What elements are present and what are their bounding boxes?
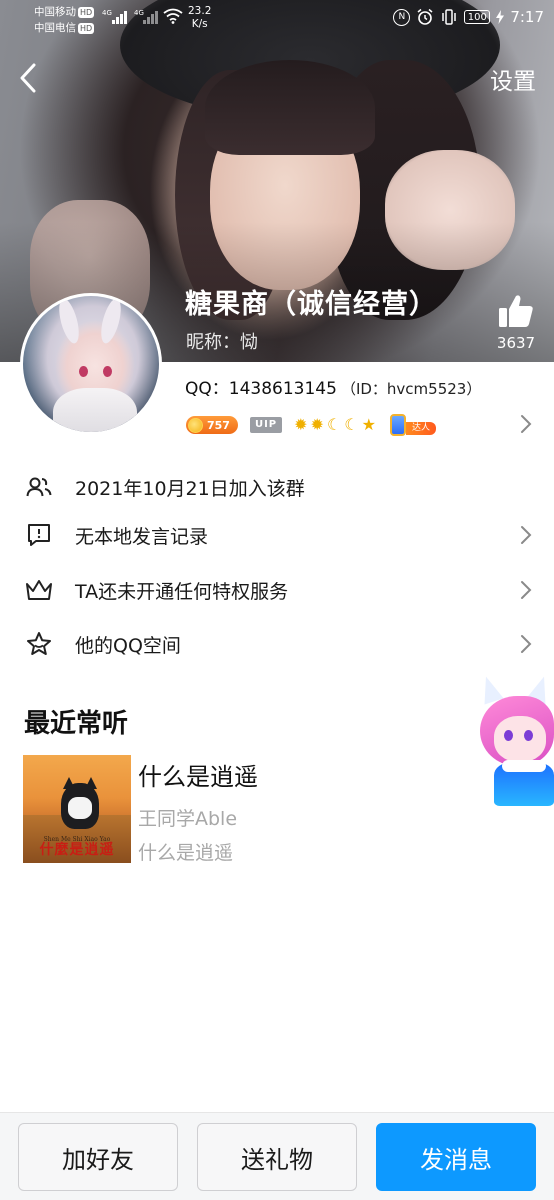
chevron-right-icon bbox=[521, 526, 532, 544]
charging-icon bbox=[496, 10, 505, 24]
display-name: 糖果商（诚信经营） bbox=[185, 289, 437, 320]
vip-badge: UIP bbox=[249, 417, 283, 433]
status-right-group: N 100 7:17 bbox=[393, 8, 544, 26]
back-button[interactable] bbox=[10, 58, 46, 98]
message-history-label: 无本地发言记录 bbox=[75, 525, 209, 548]
nickname-line: 昵称：恸 bbox=[186, 332, 258, 353]
info-row-privilege[interactable]: TA还未开通任何特权服务 bbox=[0, 565, 554, 615]
bottom-action-bar: 加好友 送礼物 发消息 bbox=[0, 1112, 554, 1200]
song-album: 什么是逍遥 bbox=[138, 842, 234, 864]
chevron-right-icon bbox=[521, 581, 532, 599]
recent-song-card[interactable]: Shen Me Shi Xiao Yao 什麼是逍遥 什么是逍遥 王同学Able… bbox=[23, 755, 363, 865]
album-cover: Shen Me Shi Xiao Yao 什麼是逍遥 bbox=[23, 755, 131, 863]
message-icon bbox=[25, 521, 53, 549]
moon-icon: ☾ bbox=[326, 415, 342, 434]
phone-icon bbox=[389, 414, 406, 436]
clock-time: 7:17 bbox=[510, 8, 544, 26]
coin-icon bbox=[188, 417, 203, 433]
nfc-icon: N bbox=[393, 8, 411, 26]
send-gift-button[interactable]: 送礼物 bbox=[197, 1123, 357, 1191]
speed-value: 23.2 bbox=[188, 5, 212, 17]
vibrate-icon bbox=[442, 9, 457, 25]
status-bar: 中国移动 HD 中国电信 HD 4G 4G 23.2 K/s N 100 7:17 bbox=[0, 0, 554, 40]
chevron-right-icon bbox=[521, 635, 532, 653]
avatar-ear-left bbox=[55, 296, 83, 346]
add-friend-button[interactable]: 加好友 bbox=[18, 1123, 178, 1191]
qq-label: QQ： bbox=[185, 379, 229, 399]
crown-icon bbox=[25, 576, 53, 604]
qzone-label: 他的QQ空间 bbox=[75, 634, 181, 657]
recent-music-title: 最近常听 bbox=[24, 709, 129, 739]
level-badge: 757 bbox=[186, 416, 238, 434]
thumbs-up-icon bbox=[499, 295, 533, 327]
chevron-left-icon bbox=[20, 63, 36, 93]
group-members-icon bbox=[25, 473, 53, 501]
hd-tag-2: HD bbox=[78, 23, 95, 34]
mascot-eye-left bbox=[504, 730, 513, 741]
mascot-collar bbox=[502, 760, 546, 772]
mascot-sticker[interactable] bbox=[472, 673, 554, 806]
avatar[interactable] bbox=[20, 293, 162, 435]
cat-face bbox=[68, 797, 92, 819]
signal-1-icon bbox=[112, 10, 127, 24]
qq-id: （ID：hvcm5523） bbox=[340, 380, 482, 398]
info-row-joined: 2021年10月21日加入该群 bbox=[0, 462, 554, 512]
moon-icon: ☾ bbox=[344, 415, 359, 434]
wifi-icon bbox=[163, 8, 183, 24]
avatar-eye-right bbox=[103, 366, 112, 377]
send-message-button[interactable]: 发消息 bbox=[376, 1123, 536, 1191]
mascot-face bbox=[494, 716, 546, 762]
network-speed: 23.2 K/s bbox=[188, 5, 211, 31]
sun-icon: ✹ bbox=[310, 415, 324, 434]
joined-date-label: 2021年10月21日加入该群 bbox=[75, 477, 305, 500]
star-icon bbox=[25, 630, 53, 658]
star-level-icon: ★ bbox=[361, 415, 376, 434]
like-count: 3637 bbox=[496, 334, 536, 352]
settings-button[interactable]: 设置 bbox=[490, 62, 536, 96]
chevron-right-icon[interactable] bbox=[520, 414, 532, 434]
privilege-label: TA还未开通任何特权服务 bbox=[75, 580, 289, 603]
badge-row[interactable]: 757 UIP ✹ ✹ ☾ ☾ ★ 达人 bbox=[186, 414, 436, 436]
sun-icon: ✹ bbox=[294, 415, 308, 434]
avatar-body bbox=[53, 388, 137, 432]
avatar-ear-right bbox=[97, 296, 125, 346]
carrier-info: 中国移动 HD 中国电信 HD bbox=[34, 4, 95, 36]
level-number: 757 bbox=[207, 418, 230, 432]
net-tag-1: 4G bbox=[102, 9, 112, 17]
cover-title: 什麼是逍遥 bbox=[39, 842, 115, 858]
cover-bangs bbox=[205, 60, 375, 155]
song-artist: 王同学Able bbox=[138, 808, 238, 830]
daren-label: 达人 bbox=[405, 422, 436, 435]
info-row-qzone[interactable]: 他的QQ空间 bbox=[0, 619, 554, 669]
like-button[interactable]: 3637 bbox=[494, 294, 538, 352]
song-name: 什么是逍遥 bbox=[138, 763, 258, 791]
mascot-eye-right bbox=[524, 730, 533, 741]
battery-icon: 100 bbox=[464, 10, 491, 24]
daren-badge: 达人 bbox=[389, 414, 436, 436]
signal-2-icon bbox=[143, 10, 158, 24]
carrier-1: 中国移动 bbox=[34, 6, 76, 18]
carrier-2: 中国电信 bbox=[34, 22, 76, 34]
hd-tag-1: HD bbox=[78, 7, 95, 18]
speed-unit: K/s bbox=[191, 18, 208, 30]
qq-number: 1438613145 bbox=[228, 379, 337, 399]
alarm-icon bbox=[417, 8, 433, 25]
qq-number-line[interactable]: QQ：1438613145 （ID：hvcm5523） bbox=[185, 374, 481, 399]
avatar-eye-left bbox=[79, 366, 88, 377]
info-row-message-history[interactable]: 无本地发言记录 bbox=[0, 510, 554, 560]
